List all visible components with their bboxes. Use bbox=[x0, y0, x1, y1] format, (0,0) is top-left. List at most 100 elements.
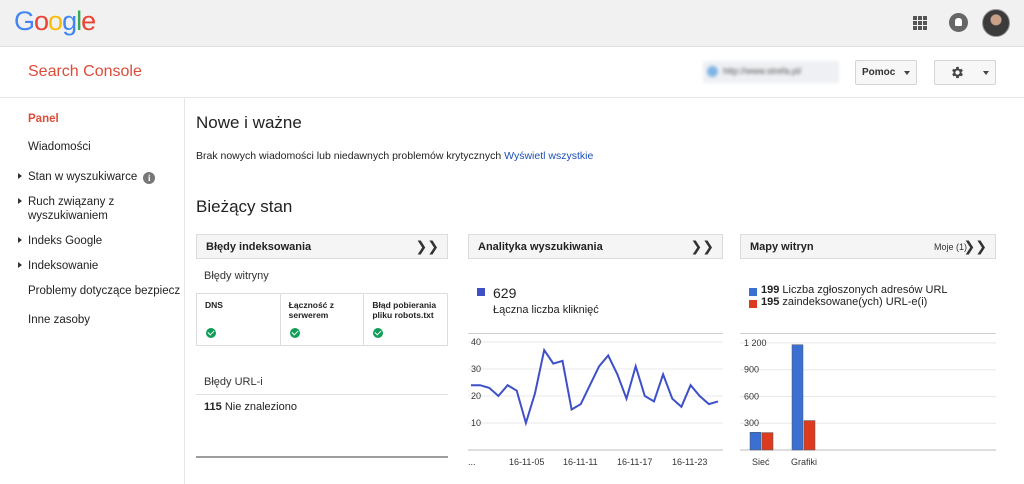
sidebar-item-label: Stan w wyszukiwarce bbox=[28, 171, 138, 183]
sidebar-item[interactable]: Indeksowanie bbox=[18, 259, 98, 273]
total-clicks-label: Łączna liczba kliknięć bbox=[493, 304, 599, 316]
bar bbox=[761, 432, 774, 451]
indexed-legend: 195 zaindeksowane(ych) URL-e(i) bbox=[761, 296, 927, 308]
site-selector[interactable]: http://www.strefa.pl/ bbox=[703, 61, 839, 83]
crawl-errors-card-header[interactable]: Błędy indeksowania ❯❯ bbox=[196, 234, 448, 259]
site-url: http://www.strefa.pl/ bbox=[723, 66, 802, 76]
sitemaps-card-header[interactable]: Mapy witryn Moje (1) ❯❯ bbox=[740, 234, 996, 259]
double-chevron-right-icon[interactable]: ❯❯ bbox=[964, 238, 987, 255]
x-tick-label: 16-11-17 bbox=[617, 457, 652, 467]
indexed-count: 195 bbox=[761, 296, 780, 308]
expand-arrow-icon[interactable] bbox=[18, 173, 22, 179]
chevron-down-icon bbox=[904, 71, 910, 75]
url-errors-label: Błędy URL-i bbox=[204, 376, 263, 388]
settings-button[interactable] bbox=[934, 60, 996, 85]
logo-letter: o bbox=[48, 6, 63, 36]
sidebar-item-label: Indeks Google bbox=[28, 235, 103, 247]
sidebar-item-label: wyszukiwaniem bbox=[28, 210, 108, 222]
site-errors-label: Błędy witryny bbox=[204, 270, 269, 282]
server-connectivity-status: Łączność z serwerem bbox=[281, 294, 365, 345]
x-category-label: Grafiki bbox=[791, 457, 817, 467]
double-chevron-right-icon[interactable]: ❯❯ bbox=[691, 238, 714, 255]
logo-letter: o bbox=[34, 6, 49, 36]
x-tick-label: ... bbox=[468, 457, 476, 467]
y-tick-label: 300 bbox=[744, 418, 759, 428]
chevron-down-icon bbox=[983, 71, 989, 75]
site-favicon-icon bbox=[707, 66, 718, 77]
sidebar-item[interactable]: Inne zasoby bbox=[28, 313, 90, 327]
robots-fetch-status: Błąd pobierania pliku robots.txt bbox=[364, 294, 447, 345]
help-label: Pomoc bbox=[862, 67, 896, 78]
clicks-series-line bbox=[471, 347, 719, 427]
site-errors-table: DNS Łączność z serwerem Błąd pobierania … bbox=[196, 293, 448, 346]
expand-arrow-icon[interactable] bbox=[18, 262, 22, 268]
sidebar-item[interactable]: Problemy dotyczące bezpiecz bbox=[28, 284, 180, 298]
check-circle-icon bbox=[289, 328, 300, 338]
bar bbox=[749, 431, 762, 451]
sidebar-item[interactable]: Ruch związany z wyszukiwaniem bbox=[18, 195, 114, 223]
not-found-row[interactable]: 115 Nie znaleziono bbox=[204, 401, 297, 413]
y-tick-label: 1 200 bbox=[744, 338, 767, 348]
expand-arrow-icon[interactable] bbox=[18, 237, 22, 243]
current-status-heading: Bieżący stan bbox=[196, 197, 293, 216]
sidebar-item-label: Ruch związany z bbox=[28, 196, 115, 208]
google-logo[interactable]: Google bbox=[14, 6, 96, 37]
sidebar-item[interactable]: Panel bbox=[28, 112, 59, 126]
app-bar: Search Console http://www.strefa.pl/ Pom… bbox=[0, 48, 1024, 98]
robots-fetch-label: Błąd pobierania pliku robots.txt bbox=[372, 300, 437, 320]
check-circle-icon bbox=[373, 328, 384, 338]
check-circle-icon bbox=[206, 328, 216, 338]
y-tick-label: 30 bbox=[471, 364, 481, 374]
not-found-label: Nie znaleziono bbox=[224, 401, 297, 413]
apps-icon[interactable] bbox=[913, 16, 927, 30]
submitted-count: 199 bbox=[761, 284, 780, 296]
divider bbox=[196, 394, 448, 395]
new-important-heading: Nowe i ważne bbox=[196, 113, 302, 132]
sidebar-item[interactable]: Stan w wyszukiwarce i bbox=[18, 170, 156, 184]
app-title[interactable]: Search Console bbox=[28, 63, 142, 81]
sidebar-item[interactable]: Indeks Google bbox=[18, 234, 102, 248]
sitemaps-bar-chart: 1 200 900 600 300 Sieć Grafiki bbox=[740, 338, 996, 467]
sidebar-item[interactable]: Wiadomości bbox=[28, 140, 91, 154]
not-found-count: 115 bbox=[204, 401, 222, 413]
expand-arrow-icon[interactable] bbox=[18, 198, 22, 204]
x-tick-label: 16-11-05 bbox=[509, 457, 544, 467]
submitted-legend-swatch bbox=[749, 288, 757, 296]
bar bbox=[791, 344, 804, 451]
divider bbox=[196, 456, 448, 458]
gear-icon bbox=[952, 66, 963, 79]
submitted-label: Liczba zgłoszonych adresów URL bbox=[782, 284, 948, 296]
avatar[interactable] bbox=[982, 9, 1010, 37]
y-tick-label: 600 bbox=[744, 391, 759, 401]
my-sitemaps-count[interactable]: Moje (1) bbox=[934, 242, 967, 252]
search-analytics-card-header[interactable]: Analityka wyszukiwania ❯❯ bbox=[468, 234, 723, 259]
help-button[interactable]: Pomoc bbox=[855, 60, 917, 85]
clicks-legend-swatch bbox=[477, 288, 485, 296]
submitted-legend: 199 Liczba zgłoszonych adresów URL bbox=[761, 284, 948, 296]
info-icon[interactable]: i bbox=[143, 172, 156, 184]
view-all-link[interactable]: Wyświetl wszystkie bbox=[504, 150, 593, 162]
notifications-icon[interactable] bbox=[949, 13, 968, 32]
clicks-line-chart: 10 20 30 40... 16-11-05 16-11-11 16-11-17 16-11… bbox=[468, 337, 723, 467]
bar bbox=[803, 420, 816, 451]
y-tick-label: 40 bbox=[471, 337, 481, 347]
sidebar-item-label: Inne zasoby bbox=[28, 314, 91, 326]
y-tick-label: 10 bbox=[471, 418, 481, 428]
logo-letter: G bbox=[14, 6, 35, 36]
dns-label: DNS bbox=[205, 300, 223, 310]
logo-letter: e bbox=[81, 6, 96, 36]
sitemaps-title: Mapy witryn bbox=[750, 241, 814, 253]
x-tick-label: 16-11-23 bbox=[672, 457, 707, 467]
indexed-legend-swatch bbox=[749, 300, 757, 308]
google-bar: Google bbox=[0, 0, 1024, 47]
messages-text: Brak nowych wiadomości lub niedawnych pr… bbox=[196, 150, 502, 162]
y-tick-label: 900 bbox=[744, 365, 759, 375]
server-connectivity-label: Łączność z serwerem bbox=[288, 300, 335, 320]
sidebar-item-label: Indeksowanie bbox=[28, 260, 99, 272]
logo-letter: g bbox=[62, 6, 77, 36]
y-tick-label: 20 bbox=[471, 391, 481, 401]
double-chevron-right-icon[interactable]: ❯❯ bbox=[416, 238, 439, 255]
x-tick-label: 16-11-11 bbox=[563, 457, 598, 467]
total-clicks-value: 629 bbox=[493, 285, 517, 301]
sidebar-item-label: Panel bbox=[28, 113, 59, 125]
